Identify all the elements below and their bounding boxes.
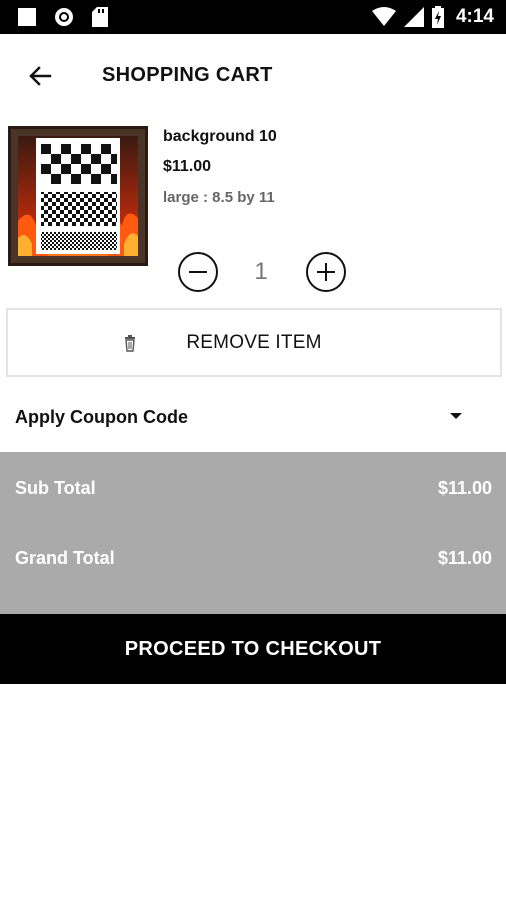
- grand-total-label: Grand Total: [15, 548, 115, 568]
- remove-item-button[interactable]: REMOVE ITEM: [6, 308, 502, 377]
- grand-total-row: Grand Total $11.00: [0, 542, 506, 582]
- item-variant: large : 8.5 by 11: [163, 189, 275, 206]
- quantity-decrease-button[interactable]: [178, 252, 218, 292]
- status-bar: 4:14: [0, 0, 506, 34]
- wifi-icon: [371, 7, 396, 26]
- product-image: [8, 126, 148, 266]
- totals-panel: Sub Total $11.00 Grand Total $11.00: [0, 452, 506, 614]
- item-name[interactable]: background 10: [163, 128, 277, 146]
- quantity-increase-button[interactable]: [306, 252, 346, 292]
- square-icon: [18, 8, 36, 26]
- battery-charging-icon: [431, 6, 444, 28]
- coupon-code-toggle[interactable]: Apply Coupon Code: [0, 388, 506, 448]
- back-button[interactable]: [20, 56, 60, 96]
- subtotal-row: Sub Total $11.00: [0, 472, 506, 512]
- page-title: SHOPPING CART: [102, 64, 273, 86]
- item-price: $11.00: [163, 158, 212, 175]
- sd-card-icon: [92, 7, 108, 27]
- grand-total-value: $11.00: [437, 548, 492, 568]
- arrow-back-icon: [29, 66, 52, 86]
- cell-signal-icon: [403, 7, 424, 27]
- quantity-value: 1: [254, 258, 268, 285]
- checkout-label: PROCEED TO CHECKOUT: [124, 638, 382, 660]
- remove-item-label: REMOVE ITEM: [186, 332, 322, 353]
- record-icon: [55, 8, 73, 26]
- status-notifications: [18, 7, 108, 27]
- status-system: 4:14: [371, 6, 494, 28]
- product-thumbnail[interactable]: [8, 126, 148, 266]
- status-time: 4:14: [455, 6, 494, 27]
- subtotal-value: $11.00: [437, 478, 492, 498]
- checkout-button[interactable]: PROCEED TO CHECKOUT: [0, 614, 506, 684]
- coupon-label: Apply Coupon Code: [15, 407, 188, 427]
- caret-down-icon: [450, 413, 462, 419]
- app-toolbar: SHOPPING CART: [0, 34, 506, 118]
- subtotal-label: Sub Total: [15, 478, 96, 498]
